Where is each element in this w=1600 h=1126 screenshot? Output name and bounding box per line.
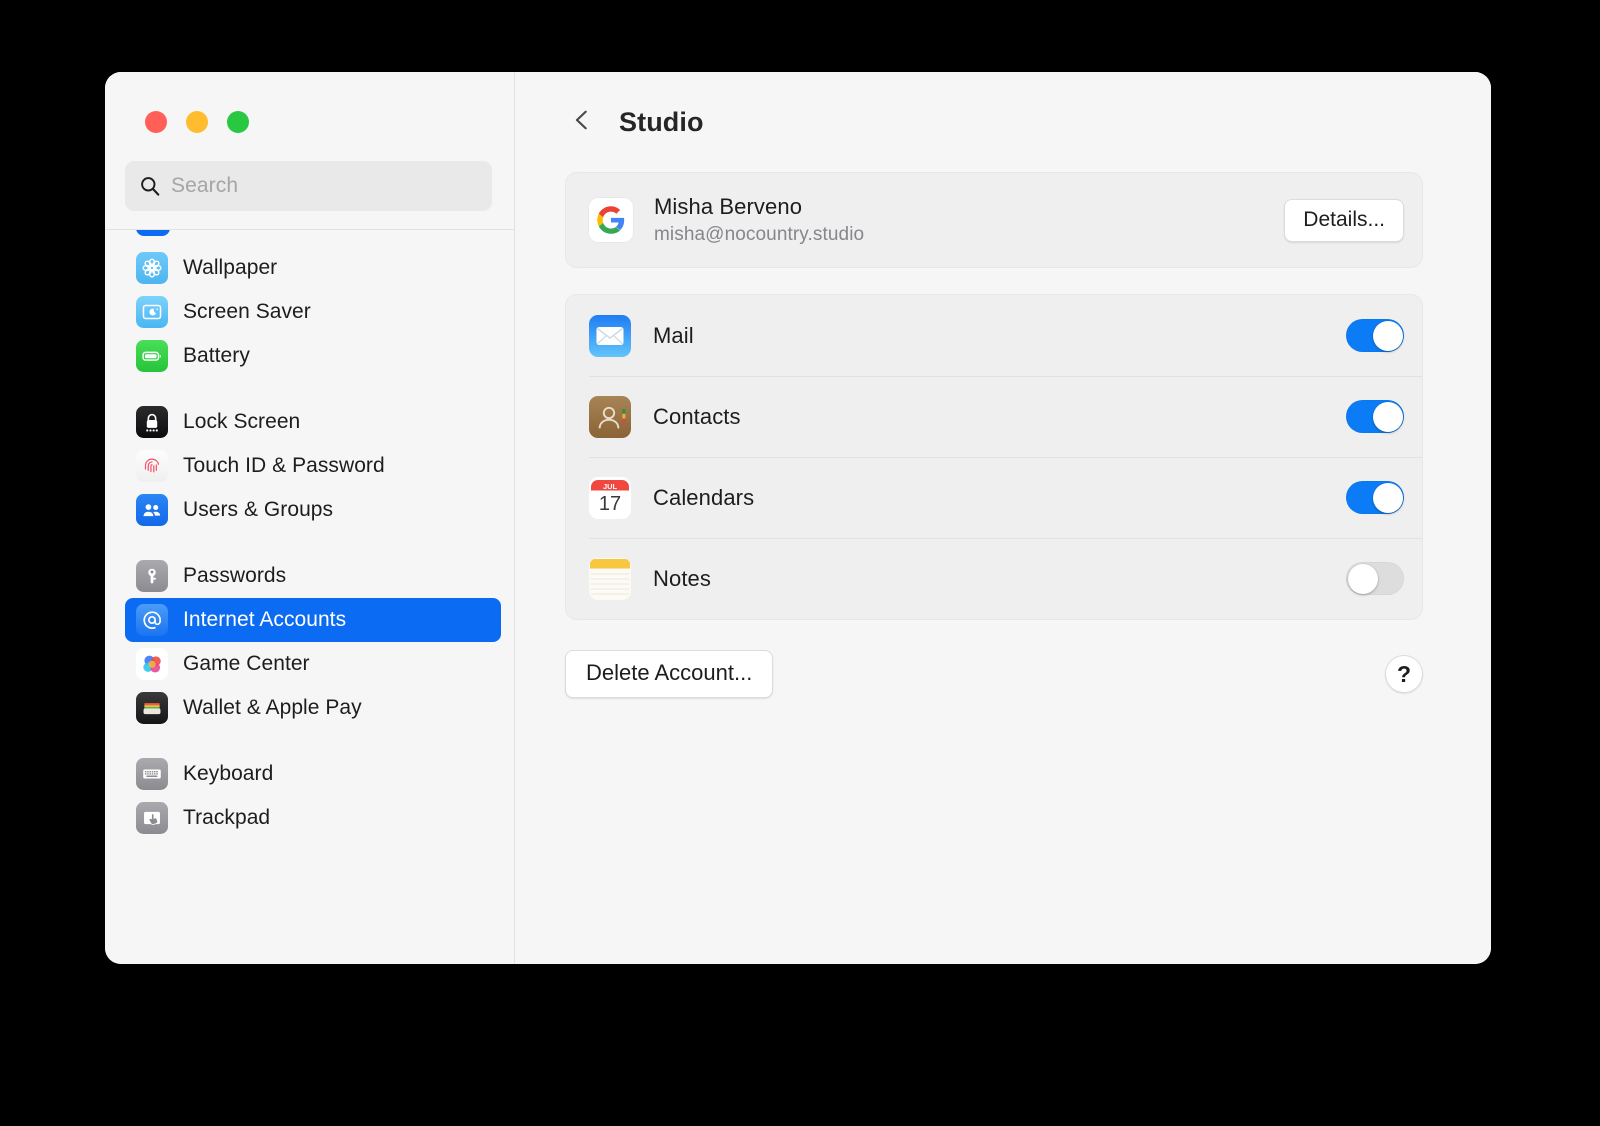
calendar-month-text: JUL — [603, 482, 617, 491]
sidebar-group-2: Lock Screen Touch ID & Password Users & … — [125, 378, 501, 532]
service-row-notes[interactable]: Notes — [566, 538, 1422, 619]
delete-account-button[interactable]: Delete Account... — [565, 650, 774, 698]
minimize-window-button[interactable] — [186, 111, 208, 133]
passwords-key-icon — [136, 560, 168, 592]
sidebar-group-1: Wallpaper Screen Saver Battery — [125, 230, 501, 378]
sidebar-item-game-center[interactable]: Game Center — [125, 642, 501, 686]
chevron-left-icon — [571, 106, 593, 139]
service-row-contacts[interactable]: Contacts — [566, 376, 1422, 457]
sidebar-item-label: Screen Saver — [183, 300, 311, 323]
sidebar-item-touch-id[interactable]: Touch ID & Password — [125, 444, 501, 488]
sidebar-item-label: Trackpad — [183, 806, 271, 829]
sidebar-item-label: Wallpaper — [183, 256, 278, 279]
back-button[interactable] — [567, 105, 597, 139]
details-button[interactable]: Details... — [1284, 198, 1404, 242]
sidebar-item-users-groups[interactable]: Users & Groups — [125, 488, 501, 532]
account-card: Misha Berveno misha@nocountry.studio Det… — [565, 172, 1423, 268]
system-settings-window: Wallpaper Screen Saver — [105, 72, 1491, 964]
service-label: Contacts — [653, 403, 741, 429]
toggle-knob — [1372, 401, 1403, 432]
mail-toggle[interactable] — [1346, 319, 1404, 352]
services-card: Mail Contacts JUL 17 Calendars Notes — [565, 294, 1423, 620]
sidebar-item-keyboard[interactable]: Keyboard — [125, 752, 501, 796]
notes-toggle[interactable] — [1346, 562, 1404, 595]
sidebar-item-trackpad[interactable]: Trackpad — [125, 796, 501, 840]
search-field[interactable] — [125, 161, 492, 211]
search-icon — [139, 175, 161, 197]
search-container — [105, 133, 514, 211]
traffic-lights — [105, 72, 514, 133]
sidebar-item-passwords[interactable]: Passwords — [125, 554, 501, 598]
sidebar-item-label: Internet Accounts — [183, 608, 347, 631]
wallet-icon — [136, 692, 168, 724]
sidebar-item-wallpaper[interactable]: Wallpaper — [125, 246, 501, 290]
sidebar-item-label: Game Center — [183, 652, 310, 675]
close-window-button[interactable] — [145, 111, 167, 133]
mail-app-icon — [589, 314, 631, 357]
sidebar-item-battery[interactable]: Battery — [125, 334, 501, 378]
page-title: Studio — [619, 106, 704, 137]
wallpaper-icon — [136, 252, 168, 284]
lock-screen-icon — [136, 406, 168, 438]
sidebar-group-4: Keyboard Trackpad — [125, 730, 501, 840]
screen-saver-icon — [136, 296, 168, 328]
sidebar-item-label: Keyboard — [183, 762, 274, 785]
sidebar-item-label: Battery — [183, 344, 250, 367]
toggle-knob — [1372, 320, 1403, 351]
sidebar-item-label: Passwords — [183, 564, 287, 587]
users-groups-icon — [136, 494, 168, 526]
account-text: Misha Berveno misha@nocountry.studio — [654, 192, 1284, 248]
keyboard-icon — [136, 758, 168, 790]
internet-accounts-at-icon — [136, 604, 168, 636]
calendar-app-icon: JUL 17 — [589, 476, 631, 519]
contacts-app-icon — [589, 395, 631, 438]
contacts-toggle[interactable] — [1346, 400, 1404, 433]
service-label: Mail — [653, 322, 694, 348]
service-label: Notes — [653, 565, 711, 591]
sidebar: Wallpaper Screen Saver — [105, 72, 515, 964]
account-email: misha@nocountry.studio — [654, 223, 865, 245]
sidebar-item-label: Wallet & Apple Pay — [183, 696, 362, 719]
google-g-icon — [589, 198, 633, 242]
toggle-knob — [1347, 563, 1378, 594]
sidebar-nav[interactable]: Wallpaper Screen Saver Battery Lock Scre… — [105, 230, 514, 964]
sidebar-item-label: Touch ID & Password — [183, 454, 385, 477]
sidebar-item-label: Lock Screen — [183, 410, 301, 433]
sidebar-item-internet-accounts[interactable]: Internet Accounts — [125, 598, 501, 642]
service-row-calendars[interactable]: JUL 17 Calendars — [566, 457, 1422, 538]
sidebar-item-label: Users & Groups — [183, 498, 334, 521]
help-button[interactable]: ? — [1385, 655, 1423, 693]
calendar-day-text: 17 — [599, 493, 621, 515]
game-center-icon — [136, 648, 168, 680]
service-label: Calendars — [653, 484, 755, 510]
footer-row: Delete Account... ? — [565, 650, 1423, 698]
toggle-knob — [1372, 482, 1403, 513]
service-row-mail[interactable]: Mail — [566, 295, 1404, 376]
battery-icon — [136, 340, 168, 372]
sidebar-group-3: Passwords Internet Accounts Game Center … — [125, 532, 501, 730]
content-header: Studio — [565, 72, 1423, 172]
zoom-window-button[interactable] — [227, 111, 249, 133]
touch-id-icon — [136, 450, 168, 482]
detail-pane: Studio Misha Berveno misha@nocountry.stu… — [515, 72, 1491, 964]
calendars-toggle[interactable] — [1346, 481, 1404, 514]
notes-app-icon — [589, 557, 631, 600]
sidebar-item-screen-saver[interactable]: Screen Saver — [125, 290, 501, 334]
search-input[interactable] — [171, 174, 478, 198]
sidebar-item-wallet-apple-pay[interactable]: Wallet & Apple Pay — [125, 686, 501, 730]
trackpad-icon — [136, 802, 168, 834]
sidebar-item-lock-screen[interactable]: Lock Screen — [125, 400, 501, 444]
account-name: Misha Berveno — [654, 193, 803, 219]
clipped-scrolled-item-icon — [136, 230, 170, 236]
